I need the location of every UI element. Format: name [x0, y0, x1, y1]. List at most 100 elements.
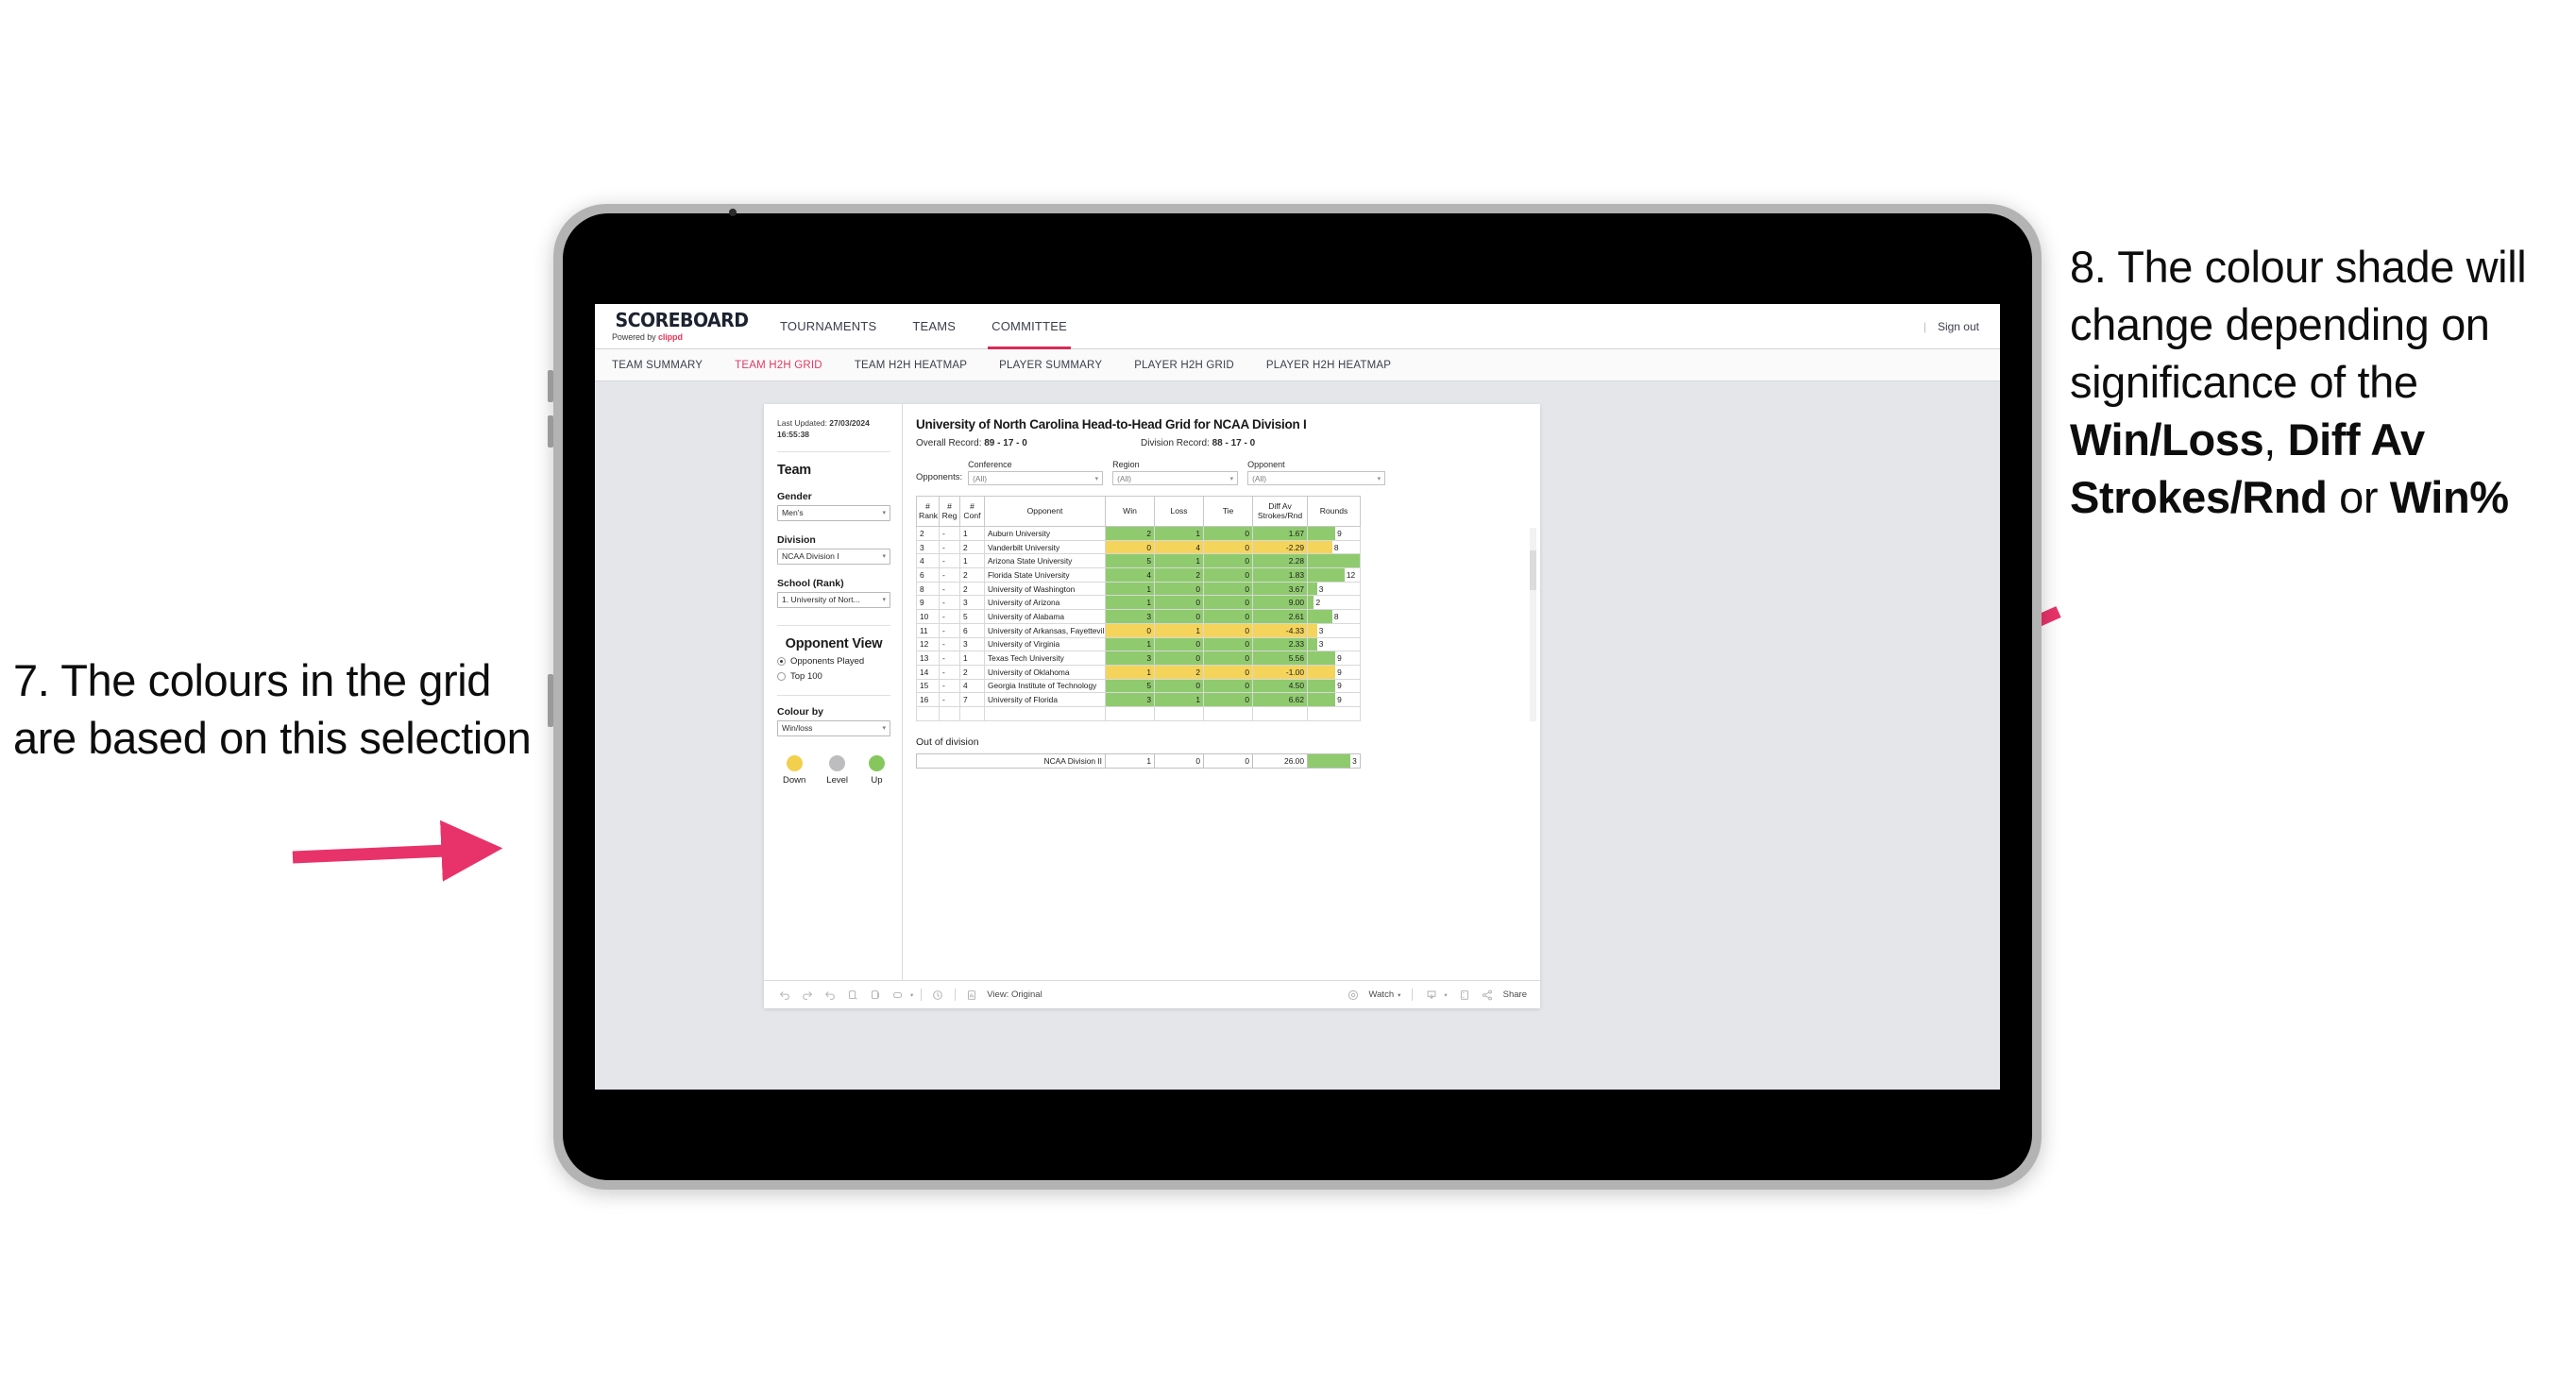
share-icon[interactable]: [1481, 988, 1495, 1002]
division-record-value: 88 - 17 - 0: [1212, 438, 1256, 448]
cell-win: 1: [1105, 595, 1155, 611]
cell-opponent: Florida State University: [984, 567, 1106, 583]
toolbar-divider-1: [921, 989, 923, 1001]
signout-divider: |: [1923, 319, 1926, 333]
sidebar-divider-3: [777, 694, 890, 696]
cell-conf: 2: [959, 664, 985, 680]
table-row[interactable]: 6-2 Florida State University 4 2 0 1.83 12: [916, 567, 1361, 583]
cell-rounds: 3: [1307, 581, 1361, 597]
cell-tie: 0: [1203, 692, 1253, 707]
refresh-icon[interactable]: [845, 988, 859, 1002]
chevron-down-icon[interactable]: ▾: [1444, 991, 1447, 999]
col-win[interactable]: Win: [1105, 496, 1155, 527]
out-of-division-row: NCAA Division II 1 0 0 26.00 3: [916, 752, 1361, 769]
download-icon[interactable]: [1424, 988, 1438, 1002]
chevron-down-icon[interactable]: ▾: [910, 991, 913, 999]
table-row[interactable]: 11-6 University of Arkansas, Fayetteville…: [916, 622, 1361, 638]
subnav-player-summary[interactable]: PLAYER SUMMARY: [999, 360, 1102, 371]
table-row[interactable]: 15-4 Georgia Institute of Technology 5 0 0 4.…: [916, 678, 1361, 694]
col-tie[interactable]: Tie: [1203, 496, 1253, 527]
custom-view-icon[interactable]: [890, 988, 905, 1002]
pause-auto-update-icon[interactable]: [868, 988, 882, 1002]
filter-conference-select[interactable]: (All) ▾: [968, 471, 1104, 485]
overall-record: Overall Record: 89 - 17 - 0: [916, 438, 1141, 448]
school-rank-select[interactable]: 1. University of Nort... ▾: [777, 591, 890, 608]
radio-opponents-played[interactable]: Opponents Played: [777, 656, 890, 667]
table-row[interactable]: 14-2 University of Oklahoma 1 2 0 -1.00 9: [916, 664, 1361, 680]
outdiv-diff: 26.00: [1252, 752, 1308, 769]
view-original-label[interactable]: View: Original: [987, 989, 1042, 1000]
table-row[interactable]: 2-1 Auburn University 2 1 0 1.67 9: [916, 526, 1361, 541]
cell-conf: 1: [959, 526, 985, 541]
table-row[interactable]: 16-7 University of Florida 3 1 0 6.62 9: [916, 692, 1361, 707]
table-row[interactable]: 9-3 University of Arizona 1 0 0 9.00 2: [916, 595, 1361, 611]
revert-icon[interactable]: [822, 988, 837, 1002]
scrollbar-thumb[interactable]: [1530, 550, 1536, 590]
subnav-player-h2h-grid[interactable]: PLAYER H2H GRID: [1134, 360, 1234, 371]
col-rounds[interactable]: Rounds: [1307, 496, 1361, 527]
watch-button[interactable]: Watch ▾: [1369, 989, 1401, 1000]
cell-reg: -: [939, 678, 960, 694]
tablet-camera: [729, 209, 737, 216]
cell-tie: 0: [1203, 539, 1253, 555]
cell-win: 1: [1105, 581, 1155, 597]
nav-tab-tournaments[interactable]: TOURNAMENTS: [780, 304, 876, 349]
table-row[interactable]: 13-1 Texas Tech University 3 0 0 5.56 9: [916, 651, 1361, 666]
cell-loss: 1: [1154, 526, 1204, 541]
screenshot-canvas: 7. The colours in the grid are based on …: [0, 0, 2576, 1386]
table-row[interactable]: 4-1Arizona State University5102.2817: [916, 553, 1361, 569]
subnav-team-h2h-grid[interactable]: TEAM H2H GRID: [735, 360, 822, 371]
subnav-player-h2h-heatmap[interactable]: PLAYER H2H HEATMAP: [1266, 360, 1391, 371]
col-conf[interactable]: # Conf: [959, 496, 985, 527]
col-loss[interactable]: Loss: [1154, 496, 1204, 527]
undo-icon[interactable]: [777, 988, 791, 1002]
fullscreen-icon[interactable]: [1458, 988, 1472, 1002]
col-reg[interactable]: # Reg: [939, 496, 960, 527]
table-row[interactable]: 3-2 Vanderbilt University 0 4 0 -2.29 8: [916, 539, 1361, 555]
watch-icon[interactable]: [1347, 988, 1361, 1002]
share-label[interactable]: Share: [1503, 989, 1527, 1000]
table-row[interactable]: 8-2 University of Washington 1 0 0 3.67 3: [916, 581, 1361, 597]
empty-cell: [916, 705, 940, 721]
cell-win: 3: [1105, 651, 1155, 666]
rounds-bar: [1308, 651, 1336, 665]
col-diff[interactable]: Diff Av Strokes/Rnd: [1252, 496, 1308, 527]
redo-icon[interactable]: [800, 988, 814, 1002]
chevron-down-icon: ▾: [882, 725, 886, 733]
cell-opponent: University of Florida: [984, 692, 1106, 707]
empty-cell: [1252, 705, 1308, 721]
empty-cell: [1203, 705, 1253, 721]
alert-icon[interactable]: [930, 988, 944, 1002]
scoreboard-logo[interactable]: SCOREBOARD Powered by clippd: [612, 311, 749, 342]
view-original-icon[interactable]: [964, 988, 978, 1002]
subnav-team-h2h-heatmap[interactable]: TEAM H2H HEATMAP: [855, 360, 967, 371]
cell-conf: 1: [959, 651, 985, 666]
cell-loss: 1: [1154, 692, 1204, 707]
rounds-value: 3: [1318, 625, 1324, 635]
division-select[interactable]: NCAA Division I ▾: [777, 548, 890, 565]
colour-by-select[interactable]: Win/loss ▾: [777, 719, 890, 736]
cell-reg: -: [939, 664, 960, 680]
filter-opponent-select[interactable]: (All) ▾: [1247, 471, 1386, 485]
nav-tab-teams[interactable]: TEAMS: [912, 304, 956, 349]
subnav-team-summary[interactable]: TEAM SUMMARY: [612, 360, 703, 371]
signout-link[interactable]: Sign out: [1938, 320, 1979, 333]
table-row[interactable]: 12-3 University of Virginia 1 0 0 2.33 3: [916, 636, 1361, 652]
rounds-bar: [1308, 666, 1336, 679]
cell-reg: -: [939, 567, 960, 583]
cell-win: 3: [1105, 609, 1155, 624]
filters-sidebar: Last Updated: 27/03/2024 16:55:38 Team G…: [764, 404, 903, 980]
table-vertical-scrollbar[interactable]: [1530, 528, 1536, 721]
filter-region-select[interactable]: (All) ▾: [1112, 471, 1239, 485]
col-opponent[interactable]: Opponent: [984, 496, 1106, 527]
cell-reg: -: [939, 526, 960, 541]
gender-select[interactable]: Men's ▾: [777, 504, 890, 521]
col-rank[interactable]: # Rank: [916, 496, 940, 527]
chevron-down-icon: ▾: [1094, 475, 1099, 482]
empty-cell: [1105, 705, 1155, 721]
nav-tab-committee[interactable]: COMMITTEE: [988, 304, 1071, 349]
radio-top-100[interactable]: Top 100: [777, 671, 890, 682]
cell-tie: 0: [1203, 636, 1253, 652]
table-row[interactable]: 10-5 University of Alabama 3 0 0 2.61 8: [916, 609, 1361, 624]
radio-top-100-label: Top 100: [790, 670, 822, 682]
